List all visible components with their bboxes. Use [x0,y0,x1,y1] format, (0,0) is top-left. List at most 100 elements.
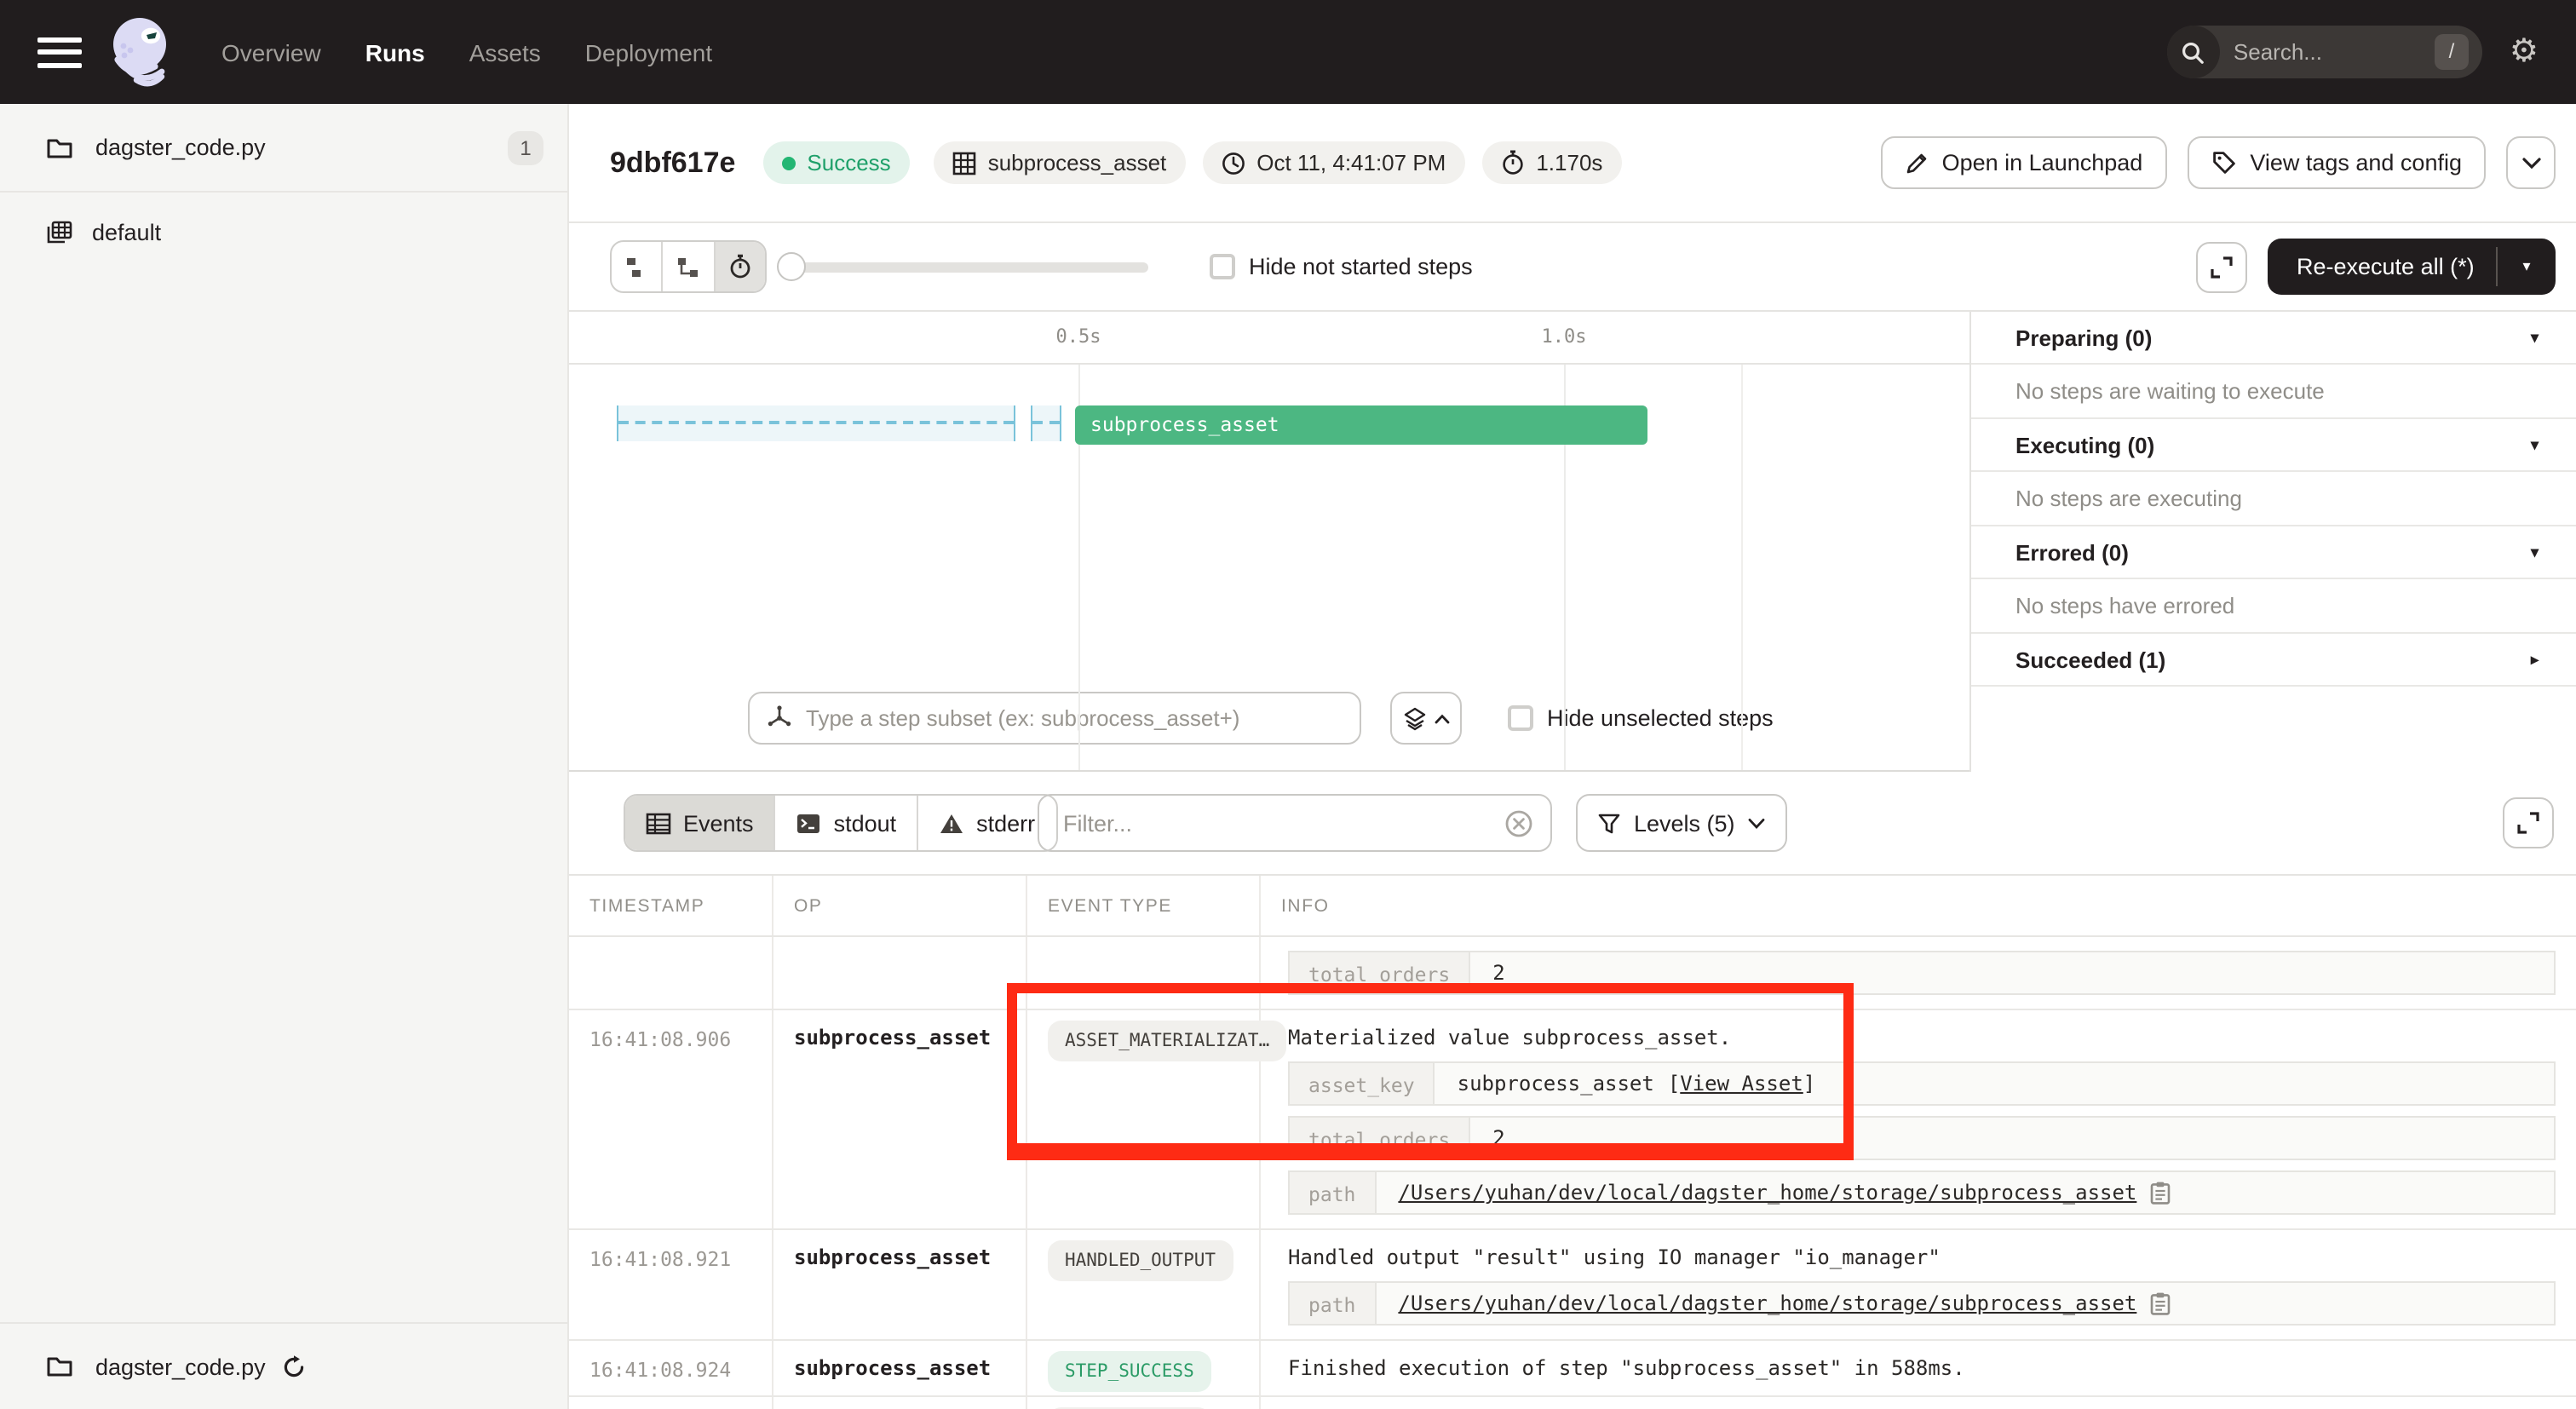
status-section-body: No steps are executing [1971,472,2576,526]
sidebar-item-code-location[interactable]: dagster_code.py 1 [0,104,567,193]
sidebar-item-default-repo[interactable]: default [0,193,567,271]
log-tab-label: stderr [976,810,1035,836]
settings-gear-icon[interactable]: ⚙ [2510,36,2539,68]
search-input[interactable]: Search... / [2167,26,2482,78]
copy-icon[interactable] [2150,1291,2171,1315]
repo-grid-icon [46,219,73,244]
log-tab-stderr[interactable]: stderr [917,796,1055,850]
copy-icon[interactable] [2150,1181,2171,1205]
hide-not-started-checkbox[interactable] [1210,254,1235,279]
events-table-header: TIMESTAMPOPEVENT TYPEINFO [569,876,2576,937]
gantt-fullscreen-button[interactable] [2196,242,2247,293]
log-timestamp: 16:41:09.013 [569,1397,773,1409]
run-tag-label: Oct 11, 4:41:07 PM [1256,150,1446,175]
log-message: Handled output "result" using IO manager… [1288,1244,2556,1271]
kv-value: 2 [1470,1118,2554,1159]
zoom-slider-knob[interactable] [777,252,806,281]
log-timestamp [569,937,773,1009]
stopwatch-icon [1500,150,1524,175]
pencil-icon [1905,151,1929,175]
status-section-errored[interactable]: Errored (0)▾ [1971,526,2576,579]
nav-item-assets[interactable]: Assets [469,38,541,66]
status-section-body: No steps have errored [1971,579,2576,634]
timed-view-button[interactable] [713,242,765,291]
log-tab-stdout[interactable]: stdout [774,796,917,850]
table-icon [646,812,671,834]
kv-value: /Users/yuhan/dev/local/dagster_home/stor… [1376,1172,2554,1213]
axis-tick-label: 1.0s [1542,325,1587,348]
gantt-time-axis: 0.5s 1.0s [569,312,1969,365]
log-op: subprocess_asset [773,1341,1027,1395]
levels-filter-button[interactable]: Levels (5) [1576,794,1788,852]
zoom-slider-track[interactable] [791,262,1148,273]
log-timestamp: 16:41:08.921 [569,1230,773,1339]
layers-icon [1403,706,1425,730]
status-section-title: Succeeded (1) [2015,647,2165,672]
waterfall-view-button[interactable] [662,242,714,291]
kv-row-total_orders: total_orders2 [1288,951,2556,995]
gantt-layers-button[interactable] [1390,692,1462,745]
log-op: - [773,1397,1027,1409]
axis-tick-label: 0.5s [1056,325,1101,348]
sidebar-footer-code-location[interactable]: dagster_code.py [0,1322,567,1409]
gantt-step-bar[interactable]: subprocess_asset [1075,405,1647,445]
kv-value: 2 [1470,952,2554,993]
log-message: Materialized value subprocess_asset. [1288,1024,2556,1051]
left-sidebar: dagster_code.py 1 default dagster_code.p… [0,104,569,1409]
log-event-type [1027,937,1261,1009]
funnel-icon [1598,812,1620,834]
nav-item-deployment[interactable]: Deployment [585,38,712,66]
log-info: Materialized value subprocess_asset.asse… [1261,1010,2576,1228]
status-section-succeeded[interactable]: Succeeded (1)▸ [1971,634,2576,687]
status-section-preparing[interactable]: Preparing (0)▾ [1971,312,2576,365]
log-filter-input[interactable] [1063,810,1504,836]
run-id: 9dbf617e [610,146,735,180]
path-link[interactable]: /Users/yuhan/dev/local/dagster_home/stor… [1398,1181,2136,1205]
view-asset-link[interactable]: View Asset [1680,1072,1803,1096]
menu-icon[interactable] [37,37,82,67]
log-event-type: HANDLED_OUTPUT [1027,1230,1261,1339]
dagster-logo-icon[interactable] [106,13,177,91]
log-timestamp: 16:41:08.906 [569,1010,773,1228]
nav-item-runs[interactable]: Runs [365,38,425,66]
primary-nav: Overview Runs Assets Deployment [221,38,712,66]
log-message: Finished execution of step "subprocess_a… [1288,1354,2556,1382]
flat-view-button[interactable] [612,242,662,291]
log-info: Multiprocess executor: parent process ex… [1261,1397,2576,1409]
kv-value: /Users/yuhan/dev/local/dagster_home/stor… [1376,1283,2554,1324]
reexecute-dropdown-button[interactable]: ▾ [2498,257,2556,276]
run-tag[interactable]: subprocess_asset [934,141,1186,184]
chevron-down-icon [2521,156,2541,170]
run-header-more-button[interactable] [2506,136,2556,189]
log-fullscreen-button[interactable] [2503,797,2554,848]
column-header-info: INFO [1261,876,2576,935]
triangle-down-icon: ▾ [2531,543,2539,561]
terminal-icon [796,812,822,834]
run-tag[interactable]: Oct 11, 4:41:07 PM [1202,141,1464,184]
run-tag[interactable]: 1.170s [1481,141,1621,184]
path-link[interactable]: /Users/yuhan/dev/local/dagster_home/stor… [1398,1291,2136,1315]
column-header-timestamp: TIMESTAMP [569,876,773,935]
reexecute-all-button[interactable]: Re-execute all (*) ▾ [2268,239,2556,295]
log-toolbar: Events stdout stderr Levels (5) [569,772,2576,876]
log-event-type: STEP_SUCCESS [1027,1341,1261,1395]
code-location-label: dagster_code.py [95,135,266,160]
column-header-op: OP [773,876,1027,935]
status-section-body: No steps are waiting to execute [1971,365,2576,419]
log-tab-Events[interactable]: Events [625,796,774,850]
reload-icon[interactable] [281,1354,307,1379]
hide-unselected-checkbox[interactable] [1508,705,1533,731]
view-tags-config-button[interactable]: View tags and config [2187,136,2486,189]
status-section-executing[interactable]: Executing (0)▾ [1971,419,2576,472]
tag-icon [2211,150,2236,175]
log-info: total_orders2 [1261,937,2576,1009]
log-row: 16:41:08.921subprocess_assetHANDLED_OUTP… [569,1230,2576,1341]
kv-row-total_orders: total_orders2 [1288,1116,2556,1160]
step-subset-input[interactable] [806,705,1343,731]
clear-filter-icon[interactable] [1504,808,1533,837]
column-header-event-type: EVENT TYPE [1027,876,1261,935]
op-selector-icon [767,705,792,731]
log-tab-label: Events [683,810,754,836]
nav-item-overview[interactable]: Overview [221,38,321,66]
open-in-launchpad-button[interactable]: Open in Launchpad [1881,136,2167,189]
